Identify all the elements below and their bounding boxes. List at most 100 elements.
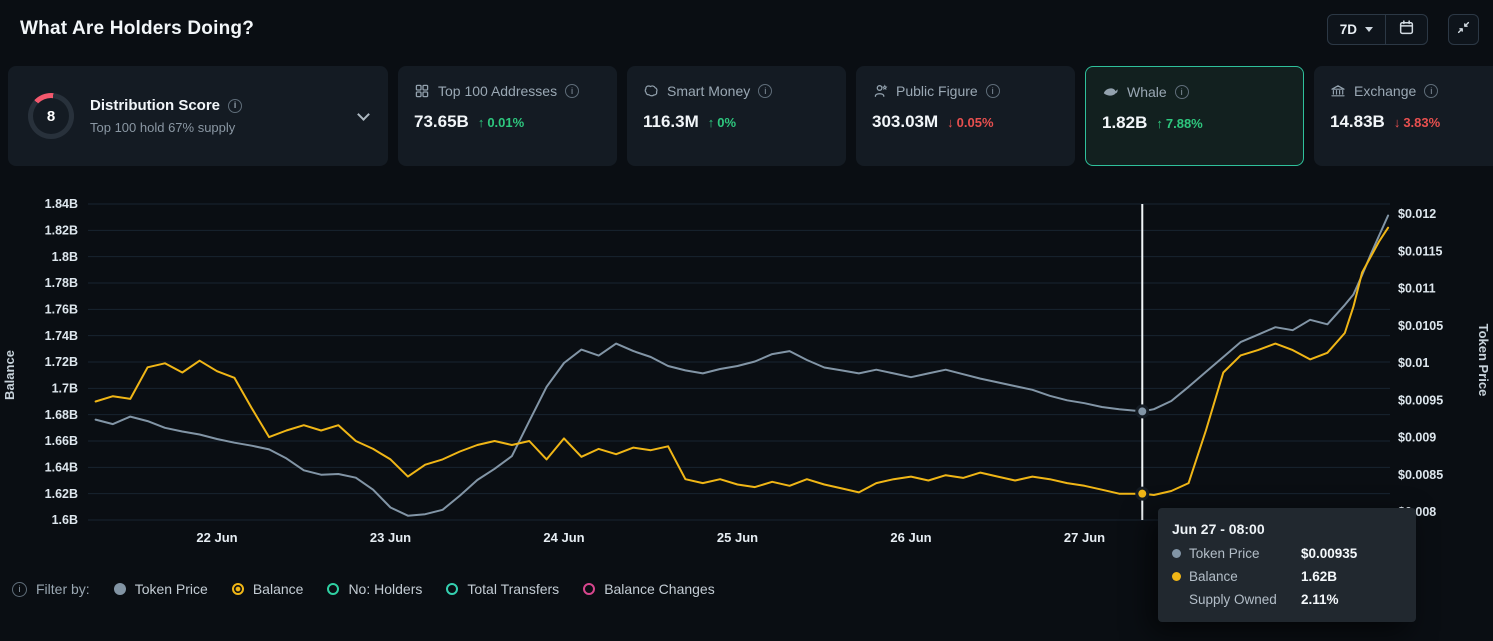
svg-text:22 Jun: 22 Jun xyxy=(196,530,237,545)
svg-text:$0.0115: $0.0115 xyxy=(1398,244,1443,258)
chevron-down-icon xyxy=(1365,27,1373,32)
legend-balance-changes[interactable]: Balance Changes xyxy=(583,581,715,597)
legend-total-transfers[interactable]: Total Transfers xyxy=(446,581,559,597)
holder-metric-cards: 8 Distribution Score Top 100 hold 67% su… xyxy=(8,66,1493,166)
filter-label: Filter by: xyxy=(36,581,90,597)
date-range-control: 7D xyxy=(1327,14,1428,45)
info-icon[interactable] xyxy=(758,84,772,98)
svg-text:1.72B: 1.72B xyxy=(45,355,78,369)
stat-label: Top 100 Addresses xyxy=(438,83,557,99)
info-icon[interactable] xyxy=(1424,84,1438,98)
stat-card-public-figure[interactable]: Public Figure 303.03M ↓0.05% xyxy=(856,66,1075,166)
svg-text:1.68B: 1.68B xyxy=(45,408,78,422)
legend-balance[interactable]: Balance xyxy=(232,581,304,597)
info-icon[interactable] xyxy=(986,84,1000,98)
filter-caption: Filter by: xyxy=(12,581,90,597)
stat-change: ↑0.01% xyxy=(478,115,524,130)
stat-card-exchange[interactable]: Exchange 14.83B ↓3.83% xyxy=(1314,66,1493,166)
svg-text:1.76B: 1.76B xyxy=(45,303,78,317)
svg-text:$0.0105: $0.0105 xyxy=(1398,319,1443,333)
stat-value: 73.65B xyxy=(414,112,469,132)
svg-text:$0.009: $0.009 xyxy=(1398,431,1436,445)
distribution-title: Distribution Score xyxy=(90,97,220,114)
svg-text:23 Jun: 23 Jun xyxy=(370,530,411,545)
person-star-icon xyxy=(872,83,888,99)
stat-card-top100[interactable]: Top 100 Addresses 73.65B ↑0.01% xyxy=(398,66,617,166)
distribution-subtitle: Top 100 hold 67% supply xyxy=(90,120,359,135)
chevron-down-icon[interactable] xyxy=(357,108,370,121)
svg-text:1.78B: 1.78B xyxy=(45,276,78,290)
chart-tooltip: Jun 27 - 08:00 Token Price $0.00935 Bala… xyxy=(1158,508,1416,622)
token-price-dot-icon xyxy=(114,583,126,595)
svg-text:1.8B: 1.8B xyxy=(52,250,78,264)
stat-value: 14.83B xyxy=(1330,112,1385,132)
stat-value: 303.03M xyxy=(872,112,938,132)
tooltip-row: Token Price $0.00935 xyxy=(1172,546,1402,561)
balance-changes-dot-icon xyxy=(583,583,595,595)
stat-card-smart-money[interactable]: Smart Money 116.3M ↑0% xyxy=(627,66,846,166)
svg-text:26 Jun: 26 Jun xyxy=(890,530,931,545)
distribution-text: Distribution Score Top 100 hold 67% supp… xyxy=(90,97,359,135)
svg-text:1.64B: 1.64B xyxy=(45,461,78,475)
info-icon[interactable] xyxy=(1175,85,1189,99)
tooltip-row: Balance 1.62B xyxy=(1172,569,1402,584)
svg-text:Balance: Balance xyxy=(2,350,17,400)
change-arrow-icon: ↓ xyxy=(947,115,954,130)
stat-change: ↑0% xyxy=(708,115,736,130)
stat-change: ↓3.83% xyxy=(1394,115,1440,130)
change-arrow-icon: ↑ xyxy=(478,115,485,130)
stat-label: Public Figure xyxy=(896,83,978,99)
info-icon[interactable] xyxy=(565,84,579,98)
grid-icon xyxy=(414,83,430,99)
svg-text:1.74B: 1.74B xyxy=(45,329,78,343)
score-gauge: 8 xyxy=(28,93,74,139)
svg-text:$0.012: $0.012 xyxy=(1398,207,1436,221)
svg-text:24 Jun: 24 Jun xyxy=(543,530,584,545)
info-icon[interactable] xyxy=(12,582,27,597)
legend-no-holders[interactable]: No: Holders xyxy=(327,581,422,597)
stat-value: 1.82B xyxy=(1102,113,1147,133)
balance-dot-icon xyxy=(1172,572,1181,581)
change-arrow-icon: ↑ xyxy=(1156,116,1163,131)
svg-text:1.6B: 1.6B xyxy=(52,513,78,527)
svg-text:Token Price: Token Price xyxy=(1476,324,1491,397)
collapse-arrows-icon xyxy=(1456,20,1471,40)
range-label: 7D xyxy=(1340,22,1357,37)
page-title: What Are Holders Doing? xyxy=(20,18,254,40)
balance-dot-icon xyxy=(232,583,244,595)
transfers-dot-icon xyxy=(446,583,458,595)
stat-value: 116.3M xyxy=(643,112,699,132)
svg-text:1.66B: 1.66B xyxy=(45,434,78,448)
change-arrow-icon: ↑ xyxy=(708,115,715,130)
svg-text:$0.0085: $0.0085 xyxy=(1398,468,1443,482)
stat-label: Exchange xyxy=(1354,83,1416,99)
info-icon[interactable] xyxy=(228,99,242,113)
brain-icon xyxy=(643,83,659,99)
bank-icon xyxy=(1330,83,1346,99)
svg-text:27 Jun: 27 Jun xyxy=(1064,530,1105,545)
stat-label: Whale xyxy=(1127,84,1167,100)
legend-token-price[interactable]: Token Price xyxy=(114,581,208,597)
stat-change: ↑7.88% xyxy=(1156,116,1202,131)
svg-text:25 Jun: 25 Jun xyxy=(717,530,758,545)
whale-icon xyxy=(1102,84,1119,100)
tooltip-timestamp: Jun 27 - 08:00 xyxy=(1172,521,1402,537)
holders-dot-icon xyxy=(327,583,339,595)
svg-text:$0.01: $0.01 xyxy=(1398,356,1429,370)
svg-text:1.82B: 1.82B xyxy=(45,224,78,238)
stat-change: ↓0.05% xyxy=(947,115,993,130)
tooltip-row: Supply Owned 2.11% xyxy=(1172,592,1402,607)
filter-bar: Filter by: Token Price Balance No: Holde… xyxy=(12,581,715,597)
stat-label: Smart Money xyxy=(667,83,750,99)
collapse-button[interactable] xyxy=(1448,14,1479,45)
distribution-score-card[interactable]: 8 Distribution Score Top 100 hold 67% su… xyxy=(8,66,388,166)
stat-card-whale[interactable]: Whale 1.82B ↑7.88% xyxy=(1085,66,1304,166)
calendar-icon xyxy=(1398,19,1415,41)
svg-text:$0.0095: $0.0095 xyxy=(1398,393,1443,407)
header-controls: 7D xyxy=(1327,14,1479,45)
svg-text:$0.011: $0.011 xyxy=(1398,282,1436,296)
calendar-button[interactable] xyxy=(1385,15,1427,44)
token-price-dot-icon xyxy=(1172,549,1181,558)
range-dropdown-button[interactable]: 7D xyxy=(1328,15,1385,44)
score-value: 8 xyxy=(33,98,69,134)
